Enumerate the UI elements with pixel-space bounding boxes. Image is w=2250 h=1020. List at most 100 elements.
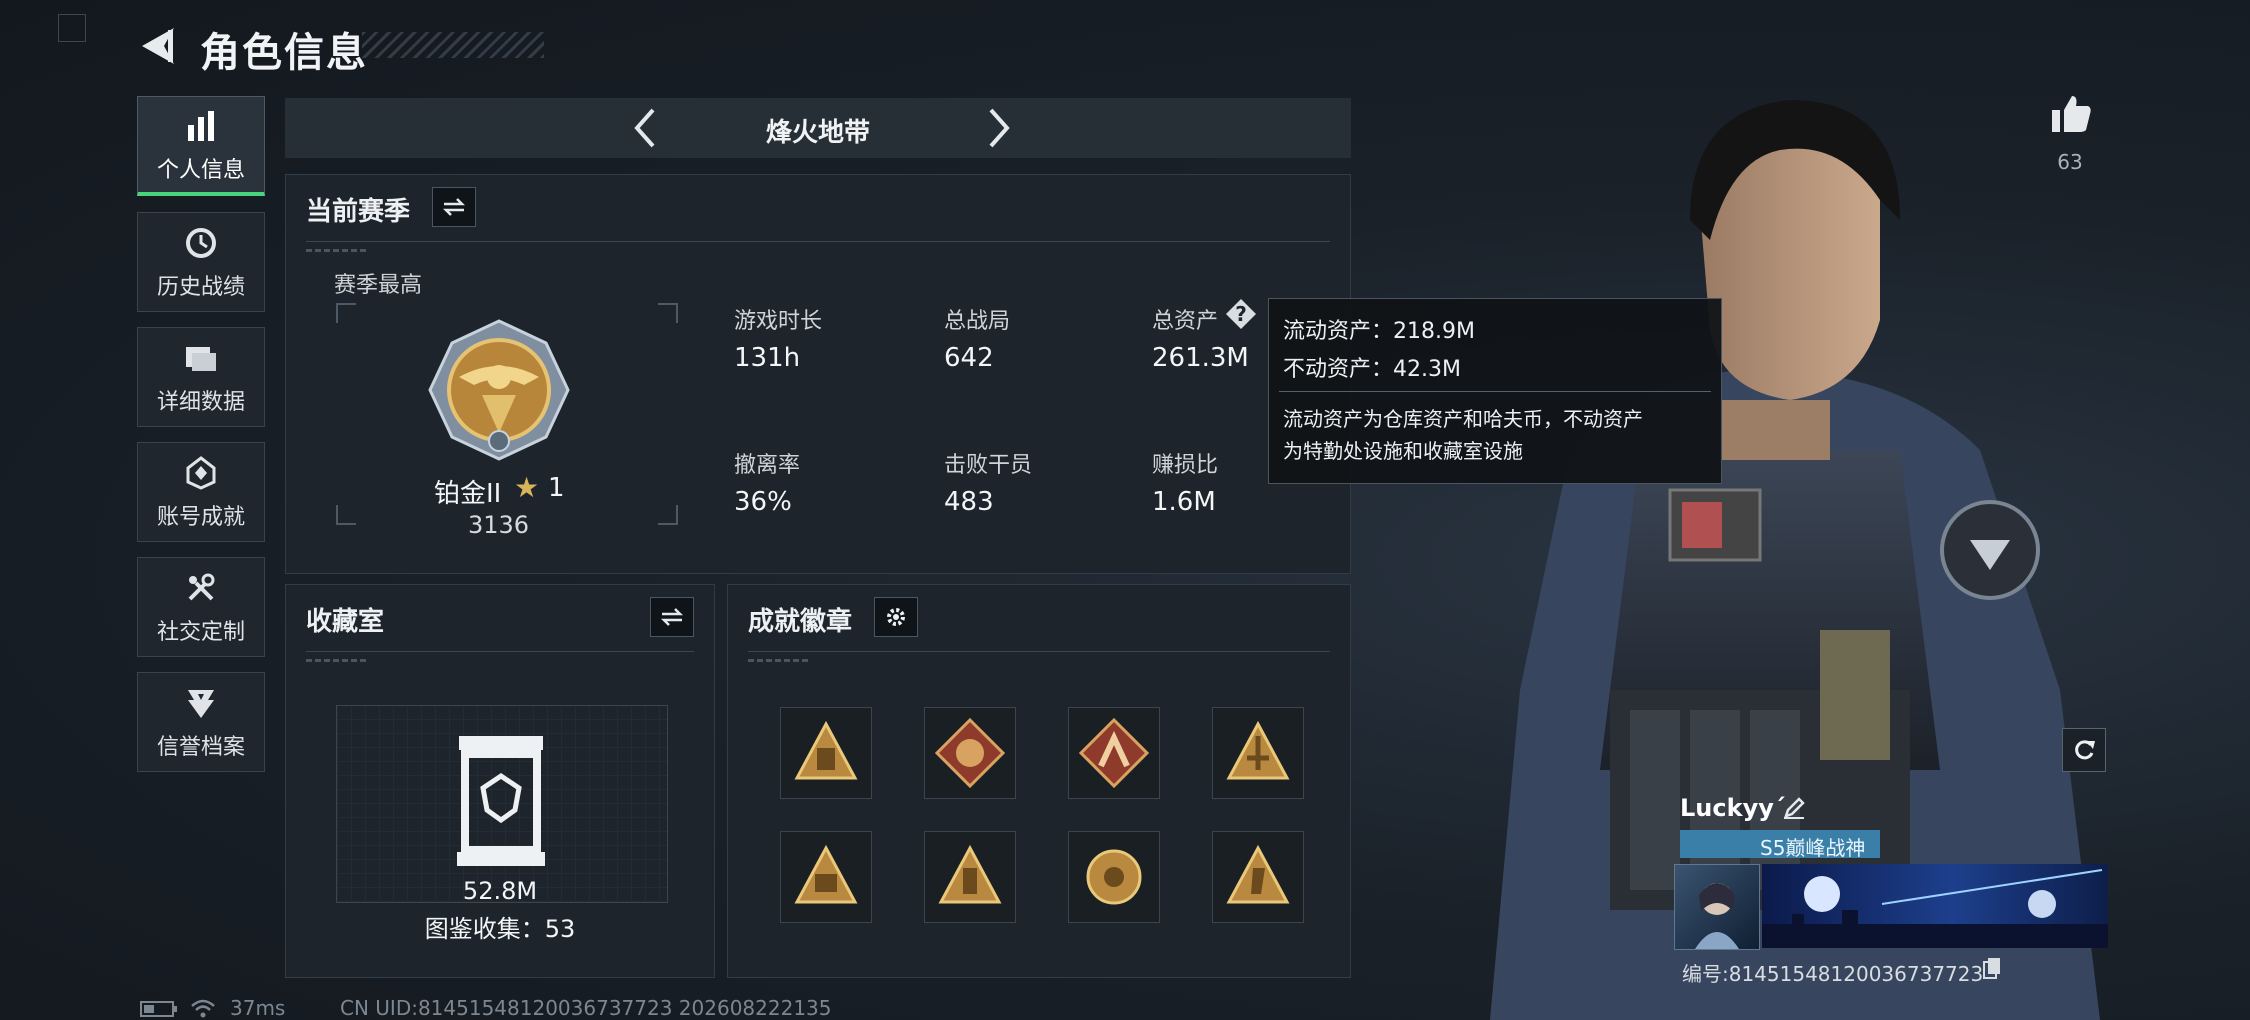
copy-icon[interactable]: [1982, 956, 2002, 980]
corner-decoration: [58, 14, 86, 42]
stat-label: 赚损比: [1152, 453, 1219, 478]
divider: [1279, 391, 1711, 392]
badges-title: 成就徽章: [748, 607, 853, 637]
stat-value: 131h: [734, 343, 801, 373]
player-id: 编号:814515481200367377​23: [1682, 962, 1984, 986]
nav-item-achievements[interactable]: 账号成就: [137, 442, 265, 542]
fixed-assets: 不动资产：42.3M: [1283, 357, 1461, 382]
season-title: 当前赛季: [306, 197, 411, 227]
achievement-icon: [181, 453, 221, 493]
achievement-badge[interactable]: [1212, 707, 1304, 799]
stat-value: 483: [944, 487, 994, 517]
achievement-badge[interactable]: [1212, 831, 1304, 923]
nav-label: 详细数据: [156, 390, 245, 415]
folder-icon: [181, 338, 221, 378]
liquid-assets: 流动资产：218.9M: [1283, 319, 1475, 344]
stat-label: 总资产: [1152, 309, 1219, 334]
stat-label: 总战局: [944, 309, 1011, 334]
nav-item-credit[interactable]: 信誉档案: [137, 672, 265, 772]
frame-corner: [336, 505, 356, 525]
decoration: [748, 659, 808, 662]
swap-icon: [442, 198, 466, 216]
frame-corner: [336, 303, 356, 323]
season-best-label: 赛季最高: [334, 273, 423, 298]
nav-item-social[interactable]: 社交定制: [137, 557, 265, 657]
badges-panel: 成就徽章: [727, 584, 1351, 978]
achievement-badge[interactable]: [924, 831, 1016, 923]
season-panel: 当前赛季 赛季最高 铂金II ★ 1 3136 游戏时长 131h 总战局 64…: [285, 174, 1351, 574]
badge-settings-button[interactable]: [874, 597, 918, 637]
divider: [306, 241, 1330, 242]
season-switch-button[interactable]: [432, 187, 476, 227]
gear-icon: [887, 608, 905, 626]
rank-emblem-icon: [428, 319, 570, 461]
wifi-icon: [191, 999, 215, 1018]
player-title: S5巅峰战神: [1760, 836, 1866, 860]
collection-value: 52.8M: [462, 877, 538, 905]
decoration: [306, 659, 366, 662]
edit-icon[interactable]: [1782, 796, 1806, 820]
stat-value: 261.3M: [1152, 343, 1249, 373]
next-mode-arrow-icon[interactable]: [975, 106, 1019, 150]
thumbs-up-icon[interactable]: [2048, 92, 2092, 136]
frame-corner: [658, 303, 678, 323]
collection-preview[interactable]: [336, 705, 668, 903]
nav-label: 社交定制: [156, 620, 245, 645]
mode-selector: 烽火地带: [285, 98, 1351, 158]
nav-item-history[interactable]: 历史战绩: [137, 212, 265, 312]
back-arrow-icon[interactable]: [138, 24, 178, 68]
stat-label: 游戏时长: [734, 309, 823, 334]
tooltip-desc: 为特勤处设施和收藏室设施: [1283, 439, 1523, 463]
achievement-badge[interactable]: [780, 831, 872, 923]
achievement-badge[interactable]: [780, 707, 872, 799]
swap-icon: [660, 608, 684, 626]
ping: 37ms: [230, 996, 286, 1020]
credit-icon: [181, 683, 221, 723]
battery-icon: [140, 1001, 177, 1017]
stat-label: 撤离率: [734, 453, 801, 478]
uid-footer: CN UID:814515481200367377​23 20260822213…: [340, 996, 832, 1020]
frame-corner: [658, 505, 678, 525]
player-name: Luckyy´: [1680, 794, 1786, 822]
help-icon[interactable]: ?: [1226, 299, 1256, 329]
bar-chart-icon: [181, 106, 221, 146]
tools-icon: [181, 568, 221, 608]
nav-label: 历史战绩: [156, 275, 245, 300]
avatar[interactable]: [1674, 864, 1760, 950]
stat-value: 36%: [734, 487, 792, 517]
tooltip-desc: 流动资产为仓库资产和哈夫币，不动资产: [1283, 407, 1643, 431]
stat-value: 1.6M: [1152, 487, 1216, 517]
profile-banner[interactable]: [1762, 864, 2108, 948]
rank-name: 铂金II: [434, 479, 502, 509]
achievement-badge[interactable]: [1068, 831, 1160, 923]
rank-score: 3136: [468, 511, 530, 539]
collection-switch-button[interactable]: [650, 597, 694, 637]
history-icon: [181, 223, 221, 263]
divider: [748, 651, 1330, 652]
nav-item-personal-info[interactable]: 个人信息: [137, 96, 265, 196]
title-decoration: [362, 32, 544, 58]
page-title: 角色信息: [200, 30, 368, 76]
asset-tooltip: 流动资产：218.9M 不动资产：42.3M 流动资产为仓库资产和哈夫币，不动资…: [1268, 298, 1722, 484]
vault-icon: [457, 736, 545, 866]
nav-label: 个人信息: [156, 157, 245, 183]
like-count: 63: [2057, 150, 2083, 174]
collection-panel: 收藏室 52.8M 图鉴收集：53: [285, 584, 715, 978]
achievement-badge[interactable]: [924, 707, 1016, 799]
rotate-model-button[interactable]: [2062, 728, 2106, 772]
stat-value: 642: [944, 343, 994, 373]
profile-card: Luckyy´ S5巅峰战神: [1674, 792, 2110, 952]
catalog-count: 图鉴收集：53: [424, 915, 576, 943]
stat-label: 击败干员: [944, 453, 1033, 478]
refresh-icon: [2075, 740, 2095, 760]
rank-stars: 1: [548, 473, 565, 503]
star-icon: ★: [514, 471, 540, 504]
mode-name: 烽火地带: [765, 118, 870, 148]
divider: [306, 651, 694, 652]
decoration: [306, 249, 366, 252]
nav-item-details[interactable]: 详细数据: [137, 327, 265, 427]
collection-title: 收藏室: [306, 607, 385, 637]
achievement-badge[interactable]: [1068, 707, 1160, 799]
nav-label: 信誉档案: [156, 735, 245, 760]
nav-label: 账号成就: [156, 505, 245, 530]
